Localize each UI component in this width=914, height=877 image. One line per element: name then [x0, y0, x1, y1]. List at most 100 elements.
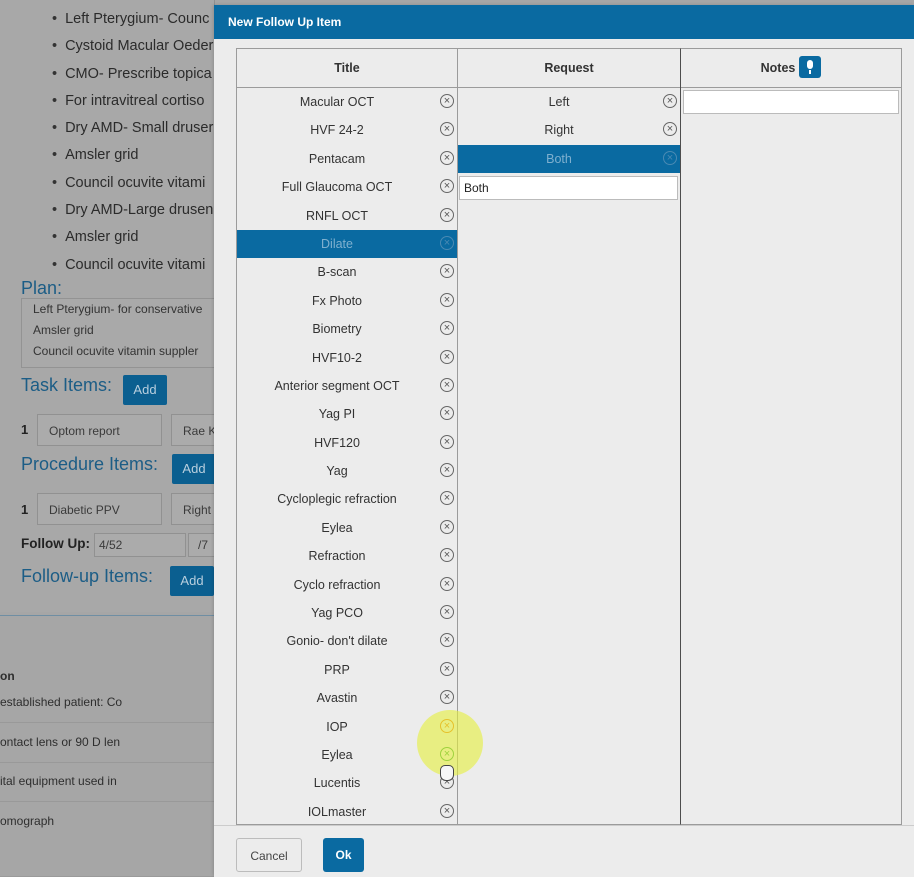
- title-item-label: Macular OCT: [299, 95, 375, 109]
- remove-icon[interactable]: ×: [440, 406, 454, 421]
- add-procedure-button[interactable]: Add: [172, 454, 216, 484]
- title-list-item[interactable]: Yag ×: [237, 457, 457, 485]
- new-follow-up-item-dialog: New Follow Up Item Title Macular OCT × HVF…: [214, 5, 914, 877]
- plan-line: Amsler grid: [33, 323, 94, 337]
- add-task-button[interactable]: Add: [123, 375, 167, 405]
- title-list-item[interactable]: B-scan ×: [237, 258, 457, 286]
- title-list-item[interactable]: Macular OCT ×: [237, 88, 457, 116]
- remove-icon[interactable]: ×: [440, 434, 454, 449]
- title-list-item[interactable]: Avastin ×: [237, 684, 457, 712]
- remove-icon[interactable]: ×: [440, 746, 454, 761]
- title-list-item[interactable]: Cycloplegic refraction ×: [237, 485, 457, 513]
- remove-icon[interactable]: ×: [440, 207, 454, 222]
- title-list-item[interactable]: HVF120 ×: [237, 429, 457, 457]
- remove-icon[interactable]: ×: [440, 94, 454, 108]
- title-list-item[interactable]: PRP ×: [237, 656, 457, 684]
- remove-icon[interactable]: ×: [440, 463, 454, 478]
- follow-up-label: Follow Up:: [21, 536, 90, 551]
- remove-icon[interactable]: ×: [440, 321, 454, 336]
- plan-textarea[interactable]: Left Pterygium- for conservative Amsler …: [21, 298, 219, 368]
- remove-icon[interactable]: ×: [440, 661, 454, 676]
- remove-icon[interactable]: ×: [440, 718, 454, 733]
- remove-icon[interactable]: ×: [440, 150, 454, 165]
- remove-icon[interactable]: ×: [440, 122, 454, 137]
- request-list-item[interactable]: Left ×: [458, 88, 680, 116]
- remove-icon[interactable]: ×: [440, 377, 454, 392]
- section-heading: on: [0, 669, 15, 683]
- title-list-item[interactable]: Gonio- don't dilate ×: [237, 627, 457, 655]
- list-item: Council ocuvite vitami: [52, 170, 213, 197]
- title-column-header: Title: [237, 49, 457, 88]
- add-followup-button[interactable]: Add: [170, 566, 214, 596]
- remove-icon[interactable]: ×: [440, 690, 454, 705]
- remove-icon[interactable]: ×: [663, 94, 677, 108]
- ok-button[interactable]: Ok: [323, 838, 364, 872]
- plan-line: Left Pterygium- for conservative: [33, 302, 203, 316]
- remove-icon[interactable]: ×: [440, 605, 454, 620]
- title-list-item[interactable]: Dilate ×: [237, 229, 457, 259]
- remove-icon[interactable]: ×: [440, 264, 454, 279]
- remove-icon[interactable]: ×: [440, 548, 454, 563]
- notes-input[interactable]: [683, 90, 899, 114]
- title-list-item[interactable]: RNFL OCT ×: [237, 202, 457, 230]
- title-item-label: B-scan: [317, 265, 357, 280]
- title-item-label: Yag: [326, 464, 348, 479]
- title-item-label: Cycloplegic refraction: [277, 492, 397, 507]
- title-item-label: IOLmaster: [307, 804, 367, 819]
- remove-icon[interactable]: ×: [440, 491, 454, 506]
- remove-icon[interactable]: ×: [440, 179, 454, 194]
- title-list-item[interactable]: Refraction ×: [237, 542, 457, 570]
- title-item-label: HVF120: [314, 435, 360, 450]
- request-input[interactable]: Both: [459, 176, 678, 200]
- microphone-icon[interactable]: [799, 55, 822, 78]
- title-list-item[interactable]: Pentacam ×: [237, 145, 457, 173]
- remove-icon[interactable]: ×: [440, 775, 454, 790]
- title-item-label: Full Glaucoma OCT: [281, 180, 393, 195]
- title-list-item[interactable]: Biometry ×: [237, 315, 457, 343]
- list-item: Amsler grid: [52, 224, 213, 251]
- list-item: For intravitreal cortiso: [52, 88, 213, 115]
- billing-item: omograph: [0, 814, 55, 828]
- remove-icon[interactable]: ×: [663, 122, 677, 137]
- request-list-item[interactable]: Right ×: [458, 116, 680, 144]
- title-list-item[interactable]: IOLmaster ×: [237, 798, 457, 824]
- title-list-item[interactable]: Yag PCO ×: [237, 599, 457, 627]
- remove-icon[interactable]: ×: [440, 576, 454, 591]
- title-list-item[interactable]: Fx Photo ×: [237, 287, 457, 315]
- title-list-item[interactable]: Anterior segment OCT ×: [237, 372, 457, 400]
- title-item-label: Gonio- don't dilate: [286, 634, 388, 649]
- title-list-item[interactable]: HVF 24-2 ×: [237, 116, 457, 144]
- followup-items-heading: Follow-up Items:: [21, 566, 154, 586]
- remove-icon[interactable]: ×: [440, 803, 454, 818]
- task-row-number: 1: [21, 422, 29, 437]
- clinical-notes-panel: Left Pterygium- Counc Cystoid Macular Oe…: [0, 0, 221, 612]
- list-item: Dry AMD-Large drusen: [52, 197, 213, 224]
- follow-up-weeks-field[interactable]: 4/52: [94, 533, 186, 557]
- remove-icon[interactable]: ×: [440, 292, 454, 307]
- title-list-item[interactable]: Eylea ×: [237, 741, 457, 769]
- remove-icon[interactable]: ×: [440, 633, 454, 648]
- remove-icon[interactable]: ×: [663, 150, 677, 165]
- procedure-name-field[interactable]: Diabetic PPV: [37, 493, 162, 525]
- remove-icon[interactable]: ×: [440, 349, 454, 364]
- procedure-items-heading: Procedure Items:: [21, 454, 159, 474]
- title-list-item[interactable]: HVF10-2 ×: [237, 344, 457, 372]
- title-list-item[interactable]: Cyclo refraction ×: [237, 571, 457, 599]
- title-item-label: Yag PI: [318, 407, 356, 422]
- title-item-label: Biometry: [312, 322, 362, 337]
- remove-icon[interactable]: ×: [440, 235, 454, 250]
- request-item-label: Left: [548, 95, 570, 109]
- title-list-item[interactable]: Yag PI ×: [237, 400, 457, 428]
- title-list-item[interactable]: Lucentis ×: [237, 769, 457, 797]
- task-name-field[interactable]: Optom report: [37, 414, 162, 446]
- request-list-item[interactable]: Both ×: [458, 144, 680, 174]
- remove-icon[interactable]: ×: [440, 519, 454, 534]
- title-list-item[interactable]: Eylea ×: [237, 514, 457, 542]
- request-column: Request Left × Right × Both × Both: [458, 48, 681, 825]
- title-list-item[interactable]: IOP ×: [237, 713, 457, 741]
- title-list-item[interactable]: Full Glaucoma OCT ×: [237, 173, 457, 201]
- cancel-button[interactable]: Cancel: [236, 838, 302, 872]
- request-item-label: Both: [546, 151, 572, 166]
- list-item: Left Pterygium- Counc: [52, 6, 213, 33]
- title-item-label: HVF 24-2: [310, 123, 364, 138]
